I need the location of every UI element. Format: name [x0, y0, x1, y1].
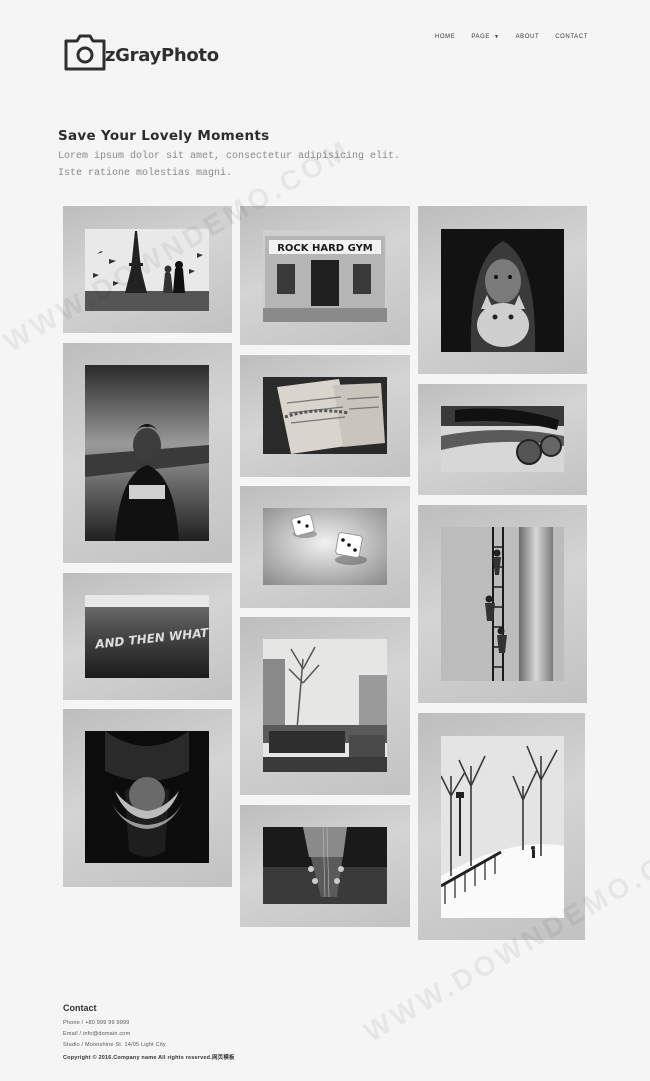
footer-email[interactable]: Email / info@domain.com — [63, 1031, 130, 1037]
eiffel-tower-doves-photo — [85, 229, 209, 311]
gallery-card[interactable] — [240, 486, 410, 608]
brand-logo[interactable]: zGrayPhoto — [63, 33, 219, 73]
camera-logo-icon — [63, 33, 107, 73]
handwritten-letters-photo — [263, 377, 387, 454]
nav-about-label: ABOUT — [515, 34, 540, 40]
footer-address: Studio / Moonshine St. 14/05 Light City — [63, 1042, 166, 1048]
city-street-furniture-photo — [263, 639, 387, 772]
main-nav: HOME PAGE ▼ ABOUT CONTACT — [435, 34, 588, 40]
brand-name: zGrayPhoto — [105, 45, 219, 66]
footer-phone: Phone / +80 999 99 9999 — [63, 1020, 130, 1026]
caret-down-icon: ▼ — [494, 34, 500, 40]
gallery-card[interactable] — [63, 206, 232, 333]
nav-contact[interactable]: CONTACT — [555, 34, 588, 40]
man-on-pier-photo — [85, 365, 209, 541]
footer-contact-title: Contact — [63, 1003, 97, 1013]
nav-page-label: PAGE — [471, 34, 490, 40]
gallery-card[interactable]: ROCK HARD GYM — [240, 206, 410, 345]
guitar-headstock-photo — [263, 827, 387, 904]
snowy-park-photo — [441, 736, 564, 918]
gallery-card[interactable] — [418, 713, 585, 940]
gallery-card[interactable] — [418, 206, 587, 374]
footer-copyright: Copyright © 2016.Company name All rights… — [63, 1055, 235, 1061]
climbing-boys-photo — [441, 527, 564, 681]
gallery-card[interactable] — [63, 709, 232, 887]
intro-line-1: Lorem ipsum dolor sit amet, consectetur … — [58, 151, 401, 162]
dice-photo — [263, 508, 387, 585]
skateboard-photo — [441, 406, 564, 472]
gallery-card[interactable] — [418, 384, 587, 495]
intro-text: Lorem ipsum dolor sit amet, consectetur … — [58, 148, 438, 182]
gallery-card[interactable]: AND THEN WHAT? — [63, 573, 232, 700]
rock-hard-gym-photo: ROCK HARD GYM — [263, 230, 387, 322]
nav-about[interactable]: ABOUT — [516, 34, 540, 40]
gym-sign-text: ROCK HARD GYM — [277, 243, 373, 254]
girl-with-cat-photo — [441, 229, 564, 352]
gallery-card[interactable] — [418, 505, 587, 703]
gallery-card[interactable] — [240, 355, 410, 477]
graffiti-wall-photo: AND THEN WHAT? — [85, 595, 209, 678]
intro-line-2: Iste ratione molestias magni. — [58, 168, 233, 179]
hands-holding-ball-photo — [85, 731, 209, 863]
gallery-card[interactable] — [240, 617, 410, 795]
gallery-card[interactable] — [240, 805, 410, 927]
gallery-card[interactable] — [63, 343, 232, 563]
nav-contact-label: CONTACT — [555, 34, 588, 40]
page-title: Save Your Lovely Moments — [58, 128, 270, 144]
nav-home[interactable]: HOME — [435, 34, 455, 40]
nav-page[interactable]: PAGE ▼ — [471, 34, 499, 40]
nav-home-label: HOME — [434, 34, 456, 40]
